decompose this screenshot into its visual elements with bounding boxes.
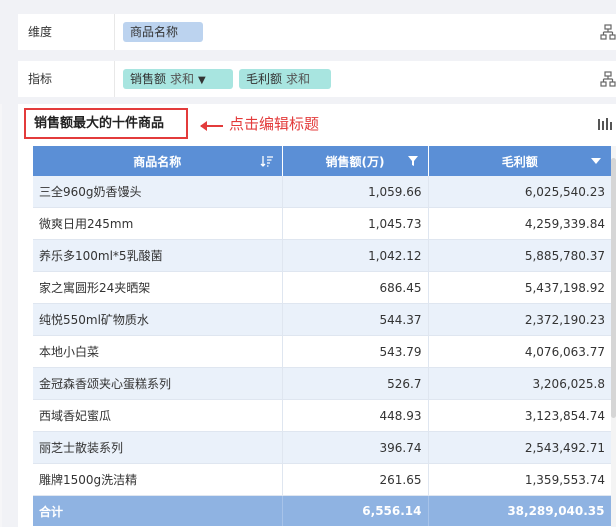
column-header-label: 商品名称: [133, 154, 182, 169]
cell-product-name: 家之寓圆形24夹晒架: [33, 271, 283, 304]
total-sales: 6,556.14: [282, 495, 429, 526]
annotation-text: 点击编辑标题: [229, 115, 320, 133]
column-header-label: 销售额(万): [325, 154, 385, 169]
column-header-profit[interactable]: 毛利额: [428, 146, 611, 176]
cell-product-name: 三全960g奶香馒头: [33, 176, 283, 208]
cell-profit: 3,206,025.8: [428, 367, 611, 400]
cell-profit: 1,359,553.74: [428, 463, 611, 496]
cell-product-name: 雕牌1500g洗洁精: [33, 463, 283, 496]
cell-sales: 396.74: [282, 431, 429, 464]
table-row[interactable]: 纯悦550ml矿物质水 544.37 2,372,190.23: [33, 303, 611, 336]
indicator-drop-area[interactable]: 销售额 求和 ▼ 毛利额 求和: [114, 61, 584, 97]
aggregation-label: 求和: [286, 72, 311, 86]
cell-profit: 2,372,190.23: [428, 303, 611, 336]
dropdown-triangle-icon[interactable]: [589, 154, 603, 168]
table-row[interactable]: 丽芝士散装系列 396.74 2,543,492.71: [33, 431, 611, 464]
cell-product-name: 丽芝士散装系列: [33, 431, 283, 464]
cell-sales: 544.37: [282, 303, 429, 336]
cell-sales: 261.65: [282, 463, 429, 496]
column-header-product[interactable]: 商品名称: [33, 146, 283, 176]
cell-profit: 5,437,198.92: [428, 271, 611, 304]
chart-type-icon[interactable]: [598, 118, 614, 130]
cell-profit: 5,885,780.37: [428, 239, 611, 272]
dimension-label: 维度: [28, 25, 53, 39]
table-row[interactable]: 金冠森香颂夹心蛋糕系列 526.7 3,206,025.8: [33, 367, 611, 400]
table-row[interactable]: 三全960g奶香馒头 1,059.66 6,025,540.23: [33, 176, 611, 208]
aggregation-label: 求和: [170, 72, 195, 86]
cell-product-name: 本地小白菜: [33, 335, 283, 368]
cell-profit: 2,543,492.71: [428, 431, 611, 464]
filter-icon: ▼: [198, 75, 206, 86]
indicator-field-pill-sales[interactable]: 销售额 求和 ▼: [123, 69, 233, 89]
cell-product-name: 养乐多100ml*5乳酸菌: [33, 239, 283, 272]
indicator-field-name: 毛利额: [246, 72, 283, 86]
scrollbar-thumb[interactable]: [611, 158, 616, 418]
sort-desc-icon[interactable]: [260, 154, 274, 168]
cell-sales: 1,042.12: [282, 239, 429, 272]
cell-sales: 1,045.73: [282, 207, 429, 240]
total-label: 合计: [33, 495, 283, 526]
indicator-field-pill-profit[interactable]: 毛利额 求和: [239, 69, 331, 89]
annotation-arrow-line: [201, 125, 223, 127]
table-row[interactable]: 雕牌1500g洗洁精 261.65 1,359,553.74: [33, 463, 611, 496]
table-row[interactable]: 本地小白菜 543.79 4,076,063.77: [33, 335, 611, 368]
table-header-row: 商品名称 销售额(万) 毛利额: [33, 146, 611, 176]
dimension-row: 维度 商品名称: [18, 14, 616, 50]
cell-product-name: 金冠森香颂夹心蛋糕系列: [33, 367, 283, 400]
column-header-sales[interactable]: 销售额(万): [282, 146, 429, 176]
table-row[interactable]: 家之寓圆形24夹晒架 686.45 5,437,198.92: [33, 271, 611, 304]
cell-product-name: 西域香妃蜜瓜: [33, 399, 283, 432]
dimension-field-pill[interactable]: 商品名称: [123, 22, 203, 42]
data-table: 商品名称 销售额(万) 毛利额 三全960g奶香馒头 1,059.66 6,02…: [33, 146, 612, 526]
filter-icon[interactable]: [406, 154, 420, 168]
widget-title[interactable]: 销售额最大的十件商品: [24, 108, 188, 139]
cell-sales: 526.7: [282, 367, 429, 400]
total-profit: 38,289,040.35: [428, 495, 612, 526]
indicator-label: 指标: [28, 72, 53, 86]
table-row[interactable]: 养乐多100ml*5乳酸菌 1,042.12 5,885,780.37: [33, 239, 611, 272]
table-row[interactable]: 微爽日用245mm 1,045.73 4,259,339.84: [33, 207, 611, 240]
dimension-drop-area[interactable]: 商品名称: [114, 14, 584, 50]
table-row[interactable]: 西域香妃蜜瓜 448.93 3,123,854.74: [33, 399, 611, 432]
cell-product-name: 纯悦550ml矿物质水: [33, 303, 283, 336]
indicator-field-name: 销售额: [130, 72, 167, 86]
hierarchy-icon[interactable]: [600, 24, 616, 40]
cell-profit: 4,259,339.84: [428, 207, 611, 240]
table-widget: 销售额最大的十件商品 点击编辑标题 商品名称 销售额(万) 毛利额 三全960g…: [18, 104, 616, 527]
cell-sales: 543.79: [282, 335, 429, 368]
indicator-row: 指标 销售额 求和 ▼ 毛利额 求和: [18, 61, 616, 97]
cell-profit: 3,123,854.74: [428, 399, 611, 432]
total-row: 合计 6,556.14 38,289,040.35: [33, 495, 612, 526]
cell-sales: 1,059.66: [282, 176, 429, 208]
cell-product-name: 微爽日用245mm: [33, 207, 283, 240]
dimension-field-name: 商品名称: [130, 25, 179, 39]
column-header-label: 毛利额: [501, 154, 538, 169]
cell-profit: 6,025,540.23: [428, 176, 611, 208]
cell-sales: 448.93: [282, 399, 429, 432]
cell-profit: 4,076,063.77: [428, 335, 611, 368]
hierarchy-icon[interactable]: [600, 71, 616, 87]
cell-sales: 686.45: [282, 271, 429, 304]
config-panel: 维度 商品名称 指标 销售额 求和 ▼ 毛利额 求和: [0, 0, 616, 104]
